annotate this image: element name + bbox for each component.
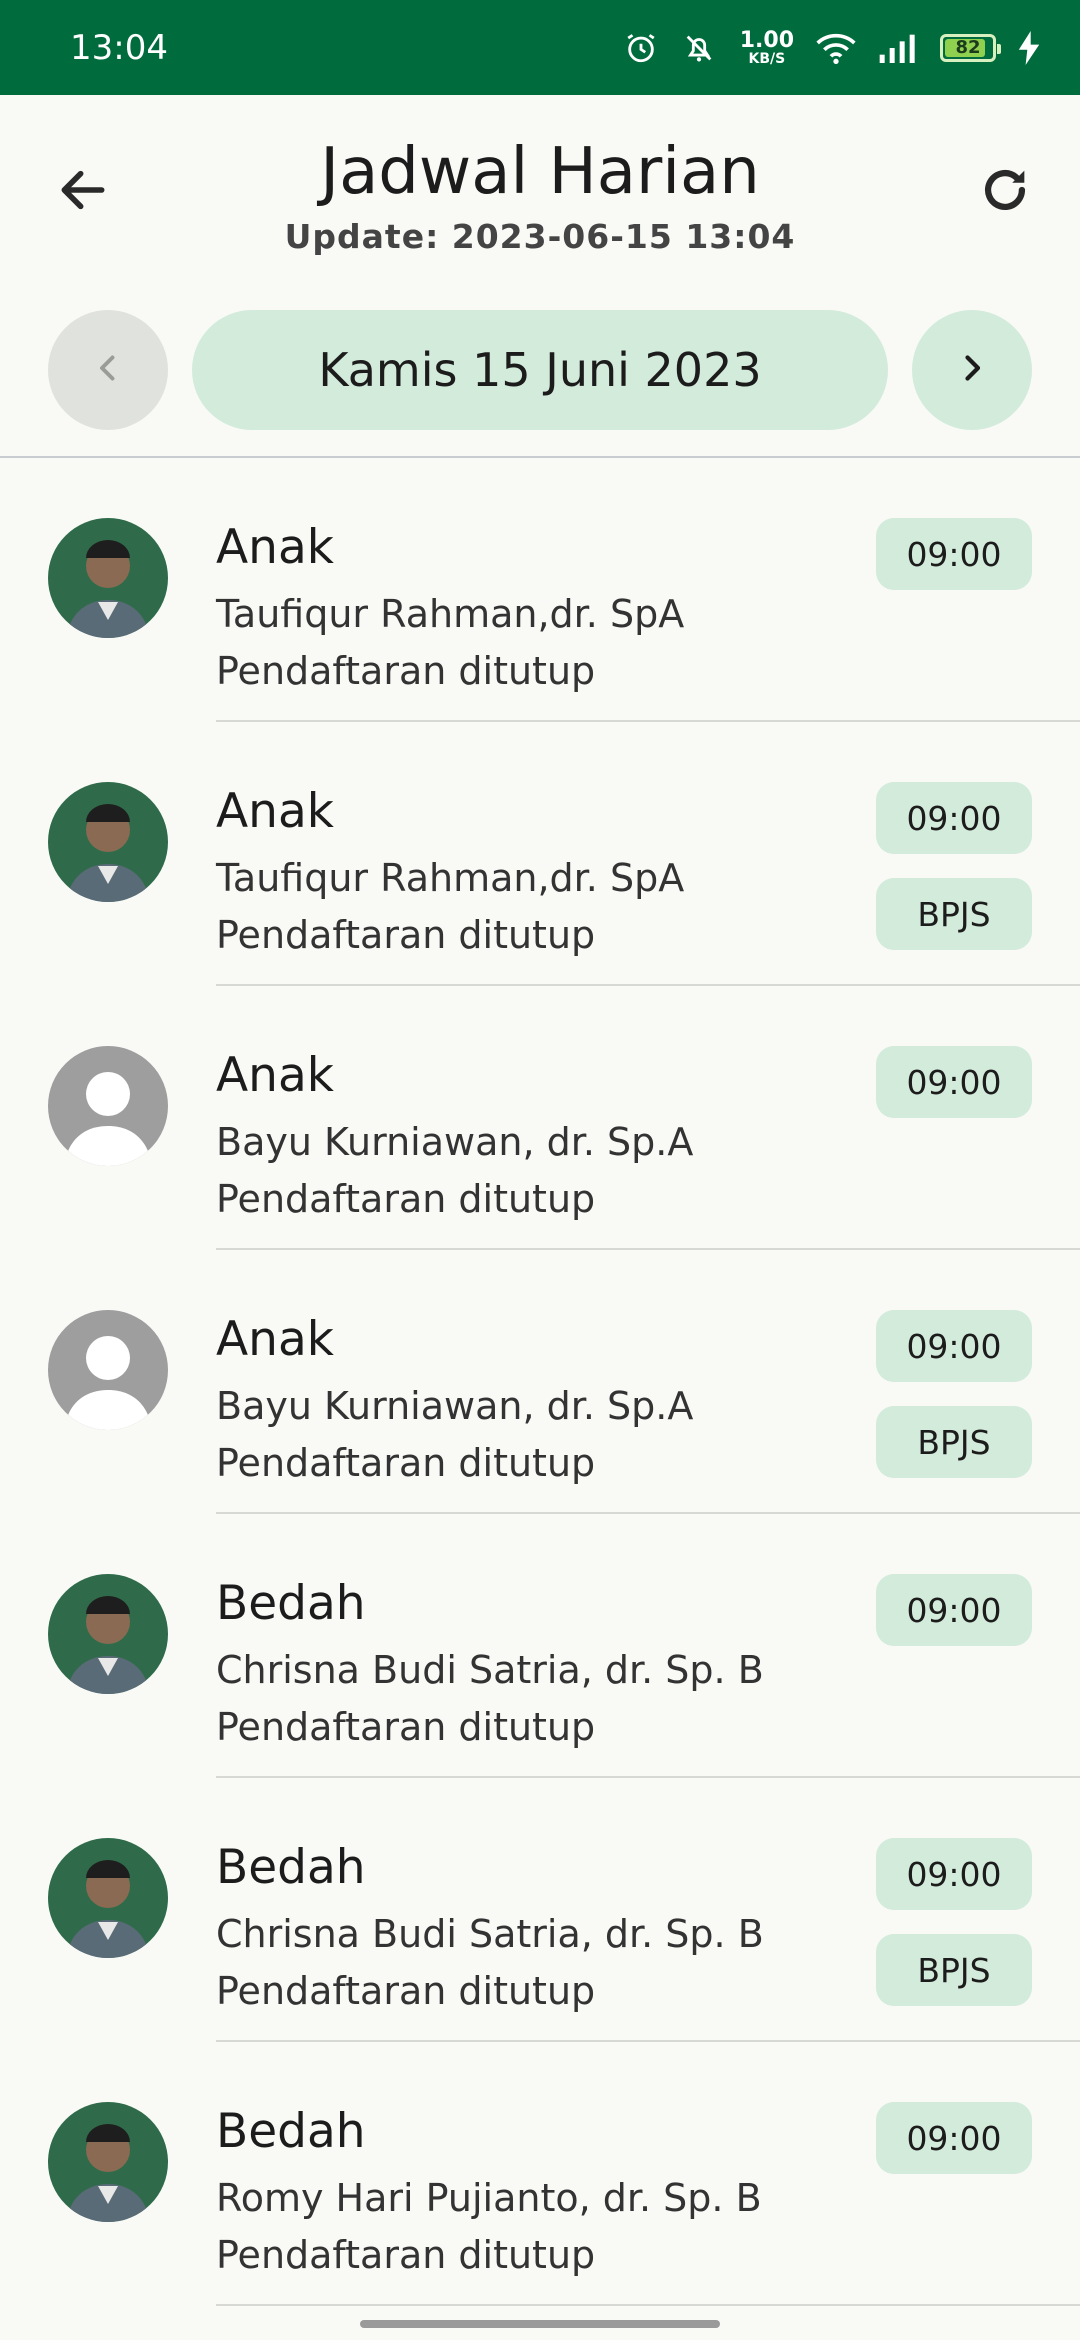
time-chip: 09:00 [876,1046,1032,1118]
specialty-label: Anak [216,520,334,575]
specialty-label: Bedah [216,1840,366,1895]
mute-bell-icon [680,31,718,65]
doctor-avatar [48,782,168,902]
last-update-text: Update: 2023-06-15 13:04 [284,217,796,256]
specialty-label: Bedah [216,1576,366,1631]
battery-icon: 82 [940,33,1001,62]
schedule-item[interactable]: Anak Taufiqur Rahman,dr. SpA Pendaftaran d… [0,458,1080,722]
doctor-name: Taufiqur Rahman,dr. SpA [216,856,685,900]
date-navigator: Kamis 15 Juni 2023 [0,310,1080,432]
app-header: Jadwal Harian Update: 2023-06-15 13:04 [0,95,1080,295]
refresh-icon [976,161,1034,223]
selected-date[interactable]: Kamis 15 Juni 2023 [192,310,888,430]
registration-status: Pendaftaran ditutup [216,1441,596,1485]
previous-day-button[interactable] [48,310,168,430]
schedule-info: Anak Taufiqur Rahman,dr. SpA Pendaftaran d… [216,524,684,690]
doctor-name: Bayu Kurniawan, dr. Sp.A [216,1120,694,1164]
item-divider [216,2304,1080,2306]
doctor-avatar [48,1838,168,1958]
schedule-info: Anak Bayu Kurniawan, dr. Sp.A Pendaftaran … [216,1316,693,1482]
alarm-icon [624,31,658,65]
schedule-list: Anak Taufiqur Rahman,dr. SpA Pendaftaran d… [0,458,1080,2306]
status-time: 13:04 [70,27,168,68]
registration-status: Pendaftaran ditutup [216,1705,596,1749]
specialty-label: Anak [216,1048,334,1103]
doctor-name: Romy Hari Pujianto, dr. Sp. B [216,2176,762,2220]
registration-status: Pendaftaran ditutup [216,913,596,957]
schedule-info: Anak Bayu Kurniawan, dr. Sp.A Pendaftaran … [216,1052,693,1218]
doctor-avatar [48,1574,168,1694]
registration-status: Pendaftaran ditutup [216,1177,596,1221]
specialty-label: Bedah [216,2104,366,2159]
network-speed: 1.00 KB/S [739,27,794,67]
doctor-avatar [48,1310,168,1430]
schedule-info: Bedah Chrisna Budi Satria, dr. Sp. B Penda… [216,1844,764,2010]
battery-level: 82 [955,37,981,58]
registration-status: Pendaftaran ditutup [216,649,596,693]
time-chip: 09:00 [876,782,1032,854]
bpjs-chip: BPJS [876,1934,1032,2006]
schedule-info: Bedah Chrisna Budi Satria, dr. Sp. B Penda… [216,1580,764,1746]
schedule-item[interactable]: Bedah Chrisna Budi Satria, dr. Sp. B Penda… [0,1514,1080,1778]
network-speed-value: 1.00 [739,27,794,53]
time-chip: 09:00 [876,2102,1032,2174]
doctor-avatar [48,1046,168,1166]
chevron-right-icon [954,350,990,390]
chevron-left-icon [90,350,126,390]
doctor-avatar [48,518,168,638]
time-chip: 09:00 [876,1838,1032,1910]
next-day-button[interactable] [912,310,1032,430]
schedule-info: Bedah Romy Hari Pujianto, dr. Sp. B Pendaf… [216,2108,762,2274]
time-chip: 09:00 [876,1574,1032,1646]
schedule-item[interactable]: Bedah Chrisna Budi Satria, dr. Sp. B Penda… [0,1778,1080,2042]
network-speed-unit: KB/S [748,50,786,67]
bpjs-chip: BPJS [876,1406,1032,1478]
wifi-icon [816,31,856,65]
doctor-name: Bayu Kurniawan, dr. Sp.A [216,1384,694,1428]
refresh-button[interactable] [970,157,1040,227]
doctor-avatar [48,2102,168,2222]
schedule-item[interactable]: Anak Bayu Kurniawan, dr. Sp.A Pendaftaran … [0,986,1080,1250]
specialty-label: Anak [216,784,334,839]
doctor-name: Taufiqur Rahman,dr. SpA [216,592,685,636]
doctor-name: Chrisna Budi Satria, dr. Sp. B [216,1912,764,1956]
status-icons: 1.00 KB/S 82 [624,27,1040,67]
time-chip: 09:00 [876,518,1032,590]
registration-status: Pendaftaran ditutup [216,2233,596,2277]
status-bar: 13:04 1.00 KB/S 82 [0,0,1080,95]
schedule-info: Anak Taufiqur Rahman,dr. SpA Pendaftaran d… [216,788,684,954]
home-indicator[interactable] [360,2320,720,2328]
schedule-item[interactable]: Anak Taufiqur Rahman,dr. SpA Pendaftaran d… [0,722,1080,986]
specialty-label: Anak [216,1312,334,1367]
doctor-name: Chrisna Budi Satria, dr. Sp. B [216,1648,764,1692]
schedule-item[interactable]: Anak Bayu Kurniawan, dr. Sp.A Pendaftaran … [0,1250,1080,1514]
time-chip: 09:00 [876,1310,1032,1382]
signal-icon [878,31,918,65]
schedule-item[interactable]: Bedah Romy Hari Pujianto, dr. Sp. B Pendaf… [0,2042,1080,2306]
bpjs-chip: BPJS [876,878,1032,950]
charging-bolt-icon [1018,30,1040,65]
page-title: Jadwal Harian [320,135,760,209]
registration-status: Pendaftaran ditutup [216,1969,596,2013]
